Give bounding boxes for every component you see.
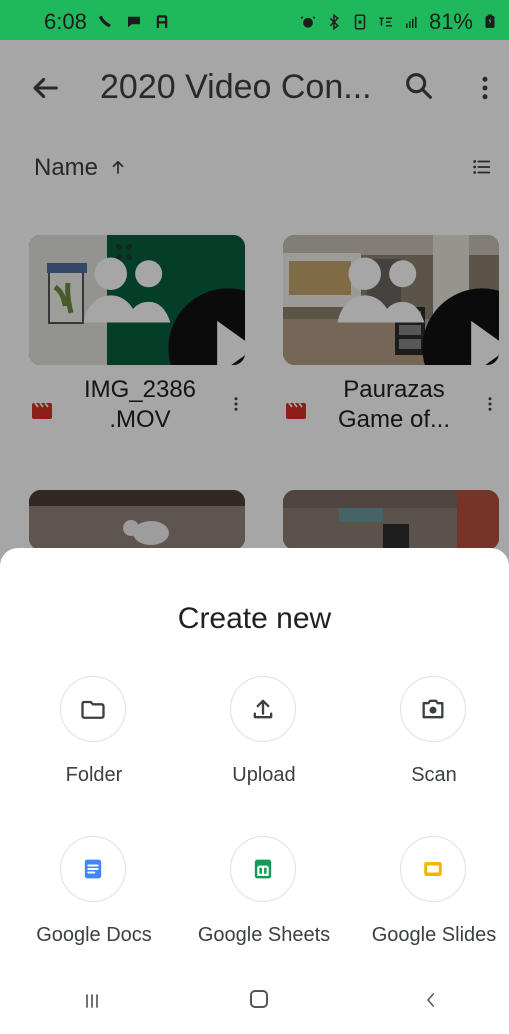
alarm-icon [300, 16, 316, 28]
a-icon [156, 15, 168, 28]
slides-icon [424, 862, 442, 876]
phone-icon [99, 15, 111, 28]
upload-circle[interactable] [230, 676, 296, 742]
status-bar: 6:08 81% [0, 0, 509, 40]
create-folder-option[interactable]: Folder [18, 676, 170, 802]
upload-icon [253, 699, 273, 719]
scan-option[interactable]: Scan [358, 676, 509, 802]
home-icon[interactable] [247, 987, 271, 1011]
google-slides-option[interactable]: Google Slides [358, 836, 509, 962]
folder-circle[interactable] [60, 676, 126, 742]
main-screen: 2020 Video Con... Name IMG_2386 .MOV Pau… [0, 40, 509, 1034]
status-right: 81% [299, 9, 499, 35]
google-sheets-option[interactable]: Google Sheets [188, 836, 340, 962]
docs-icon [84, 859, 102, 879]
slides-circle[interactable] [400, 836, 466, 902]
sheets-icon [254, 859, 272, 879]
scan-circle[interactable] [400, 676, 466, 742]
bluetooth-icon [329, 13, 339, 31]
back-icon[interactable] [422, 988, 440, 1012]
folder-icon [81, 700, 105, 719]
create-folder-label: Folder [65, 764, 123, 786]
scan-label: Scan [411, 764, 457, 786]
recent-apps-icon[interactable] [82, 988, 102, 1014]
status-time: 6:08 [44, 9, 87, 34]
message-icon [127, 16, 140, 28]
create-new-sheet: Create new Folder Upload Scan Google Doc… [0, 548, 509, 1034]
google-slides-label: Google Slides [371, 924, 497, 946]
upload-option[interactable]: Upload [188, 676, 340, 802]
system-nav-bar [0, 976, 509, 1034]
battery-percent: 81% [428, 9, 473, 34]
docs-circle[interactable] [60, 836, 126, 902]
battery-saver-icon [354, 14, 366, 30]
camera-icon [422, 699, 444, 719]
google-sheets-label: Google Sheets [197, 924, 331, 946]
sheet-title: Create new [177, 602, 332, 635]
upload-label: Upload [232, 764, 296, 786]
google-docs-option[interactable]: Google Docs [18, 836, 170, 962]
sheets-circle[interactable] [230, 836, 296, 902]
google-docs-label: Google Docs [36, 924, 152, 946]
lte-icon [379, 17, 392, 27]
battery-icon [485, 14, 495, 28]
status-left: 6:08 [44, 9, 171, 35]
signal-icon [405, 16, 417, 28]
